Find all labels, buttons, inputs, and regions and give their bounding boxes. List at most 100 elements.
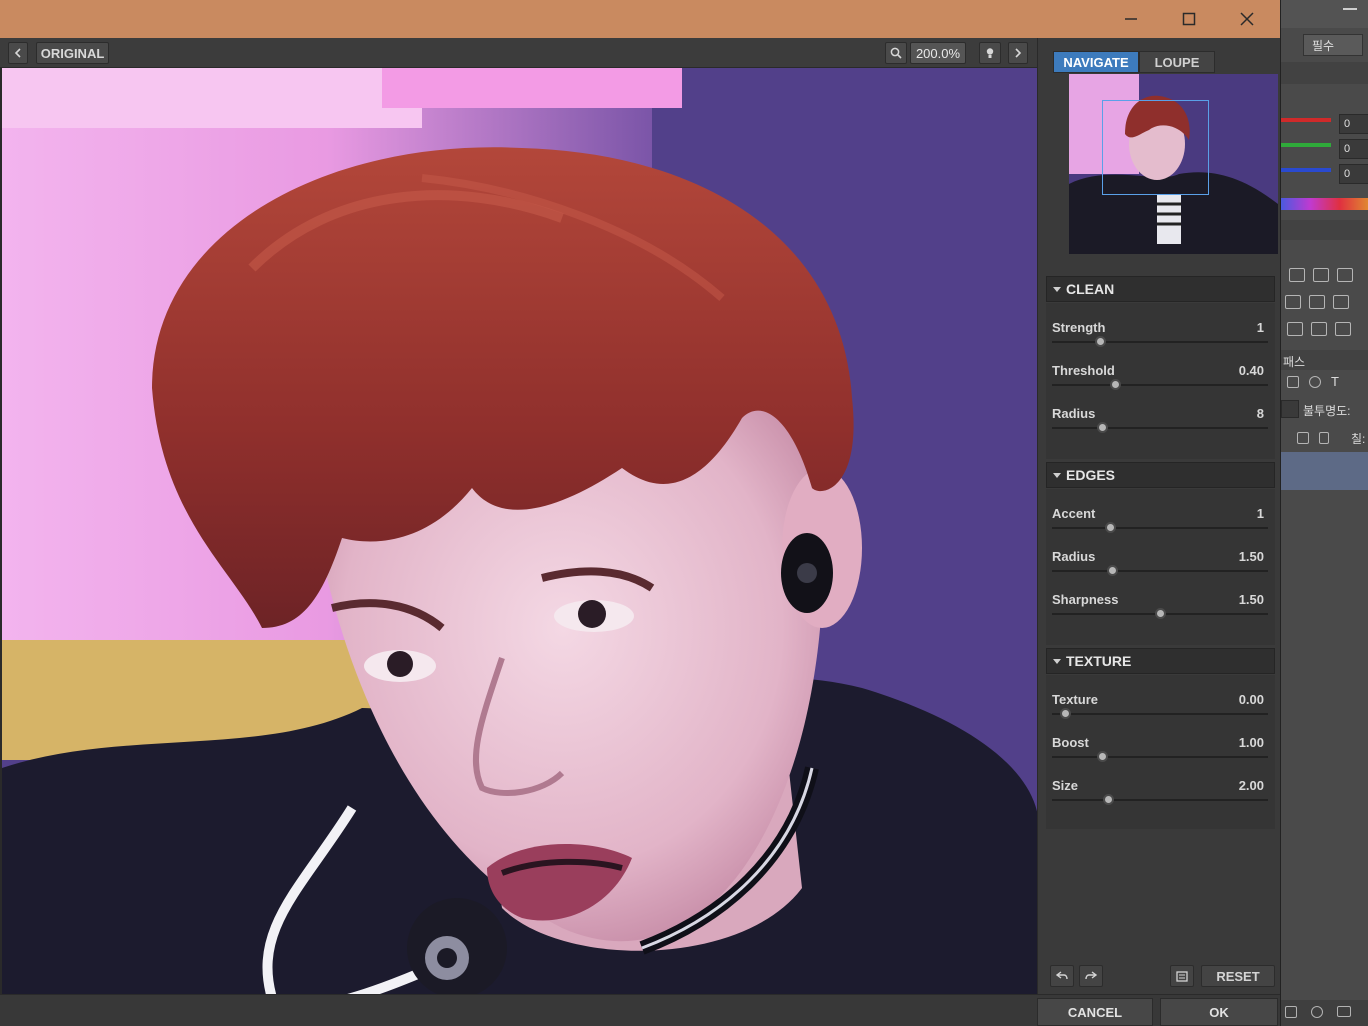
preview-toolbar: ORIGINAL 200.0% <box>0 38 1037 68</box>
host-layers-tabs: 패스 <box>1281 350 1368 370</box>
slider-track[interactable] <box>1052 384 1268 386</box>
slider-value: 1.50 <box>1238 592 1264 607</box>
red-slider[interactable] <box>1281 118 1331 122</box>
slider-label: Texture <box>1052 692 1098 707</box>
threshold-icon[interactable] <box>1311 322 1327 336</box>
slider-value: 8 <box>1256 406 1264 421</box>
slider-knob[interactable] <box>1110 379 1121 390</box>
cancel-button[interactable]: CANCEL <box>1037 998 1153 1026</box>
ok-button[interactable]: OK <box>1160 998 1278 1026</box>
blue-value[interactable]: 0 <box>1339 164 1368 184</box>
slider-value: 1.50 <box>1238 549 1264 564</box>
slider-track[interactable] <box>1052 341 1268 343</box>
slider-row: Size 2.00 <box>1052 778 1270 814</box>
channel-mixer-icon[interactable] <box>1333 295 1349 309</box>
adjust-filter-icon[interactable] <box>1309 376 1321 388</box>
slider-row: Sharpness 1.50 <box>1052 592 1270 628</box>
section-header-clean[interactable]: CLEAN <box>1046 276 1275 302</box>
slider-knob[interactable] <box>1060 708 1071 719</box>
section-title: EDGES <box>1066 467 1116 483</box>
lightbulb-button[interactable] <box>979 42 1001 64</box>
slider-knob[interactable] <box>1097 751 1108 762</box>
text-filter-icon[interactable]: T <box>1331 374 1339 389</box>
preview-photo <box>2 68 1037 994</box>
levels-icon[interactable] <box>1289 268 1305 282</box>
slider-track[interactable] <box>1052 527 1268 529</box>
red-value[interactable]: 0 <box>1339 114 1368 134</box>
lightbulb-icon <box>986 48 994 58</box>
slider-knob[interactable] <box>1095 336 1106 347</box>
slider-knob[interactable] <box>1103 794 1114 805</box>
minimize-button[interactable] <box>1102 0 1160 38</box>
section-header-edges[interactable]: EDGES <box>1046 462 1275 488</box>
slider-track[interactable] <box>1052 713 1268 715</box>
slider-row: Radius 1.50 <box>1052 549 1270 585</box>
lock-icon[interactable] <box>1319 432 1329 444</box>
chevron-left-icon <box>14 48 21 58</box>
slider-track[interactable] <box>1052 756 1268 758</box>
image-filter-icon[interactable] <box>1287 376 1299 388</box>
slider-knob[interactable] <box>1155 608 1166 619</box>
slider-value: 2.00 <box>1238 778 1264 793</box>
slider-row: Strength 1 <box>1052 320 1270 356</box>
collapse-triangle-icon <box>1053 286 1061 292</box>
invert-icon[interactable] <box>1287 322 1303 336</box>
color-spectrum[interactable] <box>1281 198 1368 210</box>
undo-button[interactable] <box>1050 965 1074 987</box>
slider-knob[interactable] <box>1097 422 1108 433</box>
navigator-thumbnail[interactable] <box>1069 74 1278 254</box>
slider-track[interactable] <box>1052 799 1268 801</box>
reset-button[interactable]: RESET <box>1201 965 1275 987</box>
adjustment-layer-icon[interactable] <box>1311 1006 1323 1018</box>
slider-label: Radius <box>1052 549 1096 564</box>
slider-row: Accent 1 <box>1052 506 1270 542</box>
collapse-right-button[interactable] <box>1008 42 1028 64</box>
selected-layer-row[interactable] <box>1281 452 1368 490</box>
slider-knob[interactable] <box>1105 522 1116 533</box>
section-title: TEXTURE <box>1066 653 1132 669</box>
slider-label: Sharpness <box>1052 592 1119 607</box>
layers-tab-label[interactable]: 패스 <box>1283 353 1305 370</box>
slider-label: Threshold <box>1052 363 1115 378</box>
green-value[interactable]: 0 <box>1339 139 1368 159</box>
host-panel-tabs <box>1281 62 1368 84</box>
slider-value: 0.40 <box>1238 363 1264 378</box>
slider-row: Texture 0.00 <box>1052 692 1270 728</box>
balance-icon[interactable] <box>1285 295 1301 309</box>
photo-filter-icon[interactable] <box>1309 295 1325 309</box>
close-button[interactable] <box>1218 0 1276 38</box>
zoom-button[interactable] <box>885 42 907 64</box>
zoom-level-field[interactable]: 200.0% <box>910 42 966 64</box>
gradient-map-icon[interactable] <box>1335 322 1351 336</box>
original-toggle-button[interactable]: ORIGINAL <box>36 42 109 64</box>
collapse-left-button[interactable] <box>8 42 28 64</box>
slider-label: Radius <box>1052 406 1096 421</box>
section-header-texture[interactable]: TEXTURE <box>1046 648 1275 674</box>
slider-track[interactable] <box>1052 427 1268 429</box>
tab-navigate[interactable]: NAVIGATE <box>1053 51 1139 73</box>
image-preview[interactable] <box>0 68 1037 994</box>
blue-slider[interactable] <box>1281 168 1331 172</box>
blend-mode-select[interactable] <box>1281 400 1299 418</box>
slider-knob[interactable] <box>1107 565 1118 576</box>
redo-button[interactable] <box>1079 965 1103 987</box>
move-lock-icon[interactable] <box>1297 432 1309 444</box>
minimize-icon[interactable] <box>1343 8 1357 10</box>
maximize-button[interactable] <box>1160 0 1218 38</box>
tab-loupe[interactable]: LOUPE <box>1139 51 1215 73</box>
slider-value: 1 <box>1256 320 1264 335</box>
green-slider[interactable] <box>1281 143 1331 147</box>
slider-label: Strength <box>1052 320 1106 335</box>
mask-icon[interactable] <box>1285 1006 1297 1018</box>
viewport-indicator[interactable] <box>1102 100 1209 195</box>
opacity-label: 불투명도: <box>1303 404 1351 418</box>
folder-icon[interactable] <box>1337 1006 1351 1017</box>
curves-icon[interactable] <box>1313 268 1329 282</box>
gradient-icon[interactable] <box>1337 268 1353 282</box>
slider-value: 1.00 <box>1238 735 1264 750</box>
workspace-selector[interactable]: 필수 <box>1303 34 1363 56</box>
slider-track[interactable] <box>1052 570 1268 572</box>
preset-button[interactable] <box>1170 965 1194 987</box>
preset-icon <box>1176 971 1188 982</box>
slider-row: Boost 1.00 <box>1052 735 1270 771</box>
